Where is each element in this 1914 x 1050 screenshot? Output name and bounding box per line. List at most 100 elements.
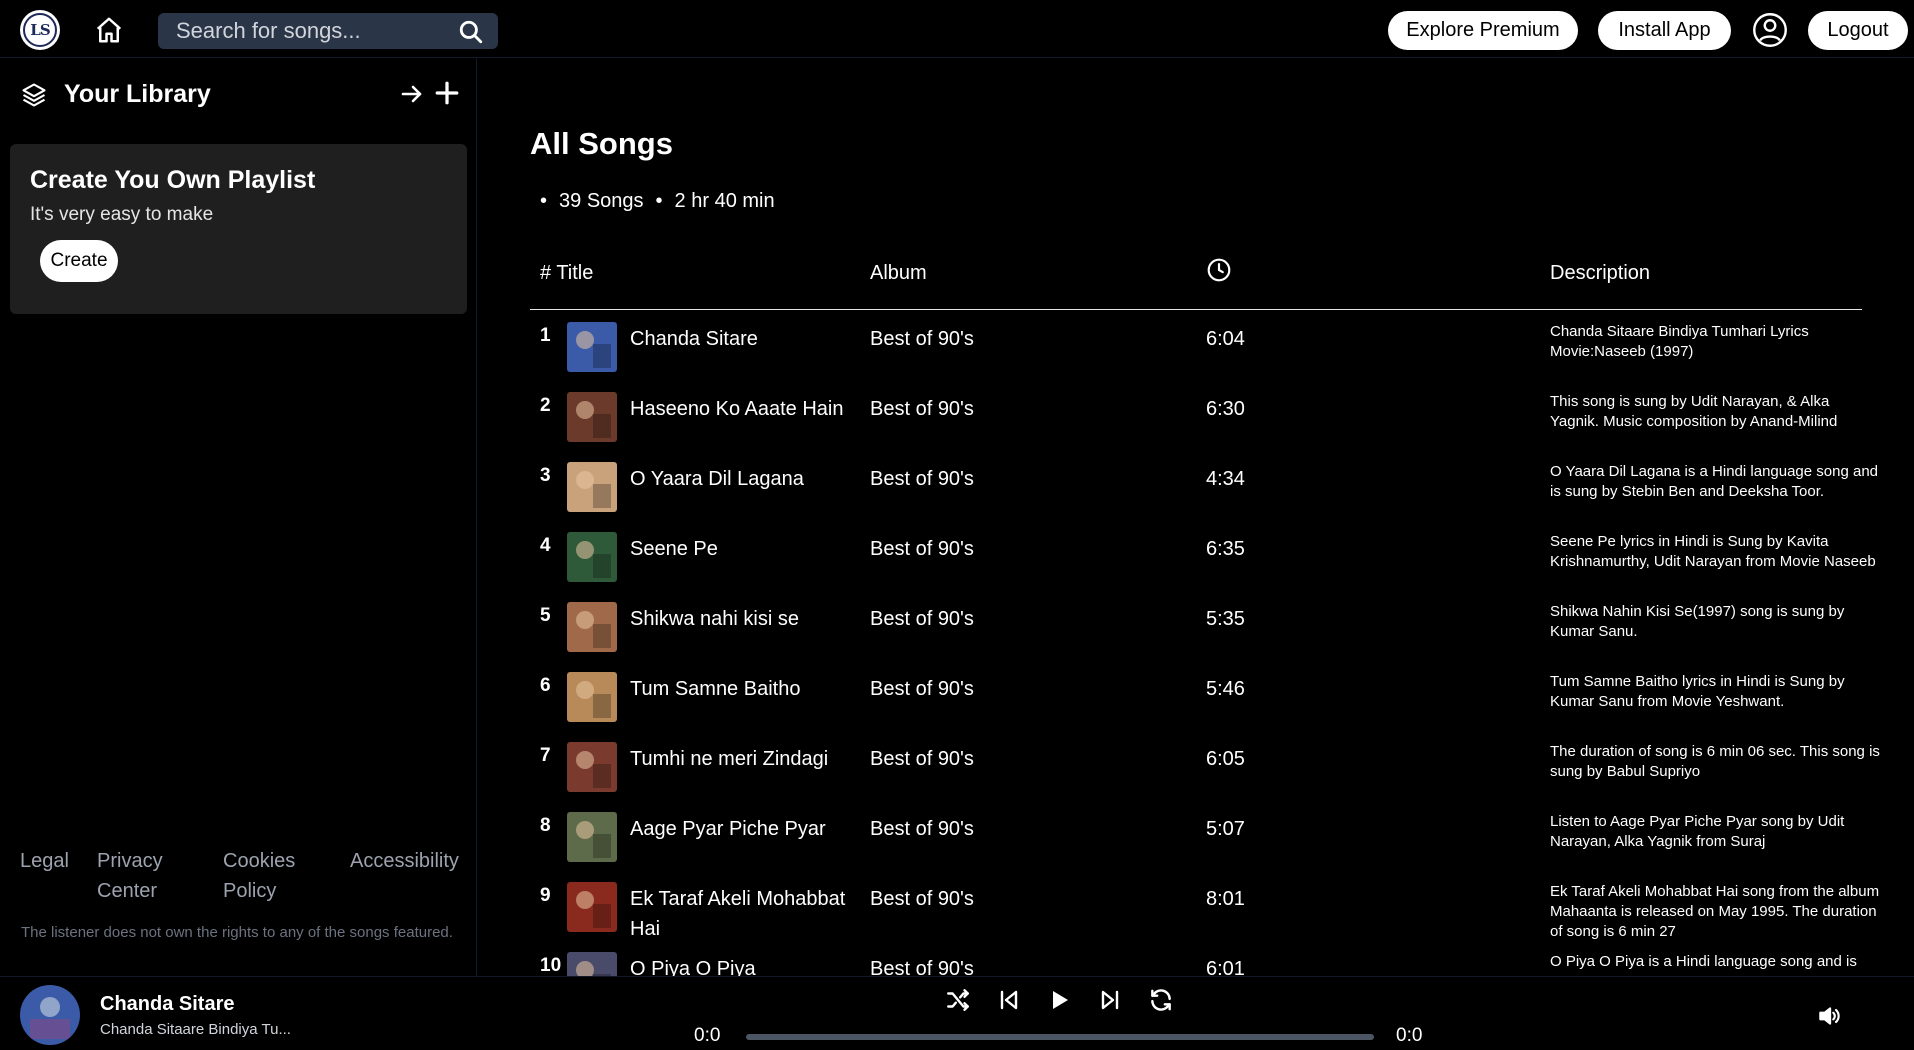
song-row[interactable]: 8 Aage Pyar Piche Pyar Best of 90's 5:07 Lis… <box>530 800 1862 870</box>
song-title[interactable]: Tum Samne Baitho <box>630 674 870 704</box>
accessibility-link[interactable]: Accessibility <box>350 846 459 876</box>
song-duration: 5:35 <box>1206 608 1245 630</box>
song-thumbnail <box>567 672 617 722</box>
song-count: 39 Songs <box>559 190 644 212</box>
now-playing-description: Chanda Sitaare Bindiya Tu... <box>100 1021 291 1038</box>
song-duration: 6:35 <box>1206 538 1245 560</box>
privacy-center-link[interactable]: Privacy Center <box>97 846 177 906</box>
repeat-icon <box>1151 989 1171 1011</box>
play-button[interactable] <box>1044 985 1074 1015</box>
header-title: # Title <box>540 262 594 284</box>
shuffle-button[interactable] <box>943 985 973 1015</box>
song-description: Seene Pe lyrics in Hindi is Sung by Kavi… <box>1550 533 1876 570</box>
header-album: Album <box>870 262 927 284</box>
top-bar: LS Explore Premium Install App Logout <box>0 0 1914 58</box>
song-title[interactable]: Haseeno Ko Aaate Hain <box>630 394 870 424</box>
song-thumbnail <box>567 392 617 442</box>
song-row[interactable]: 3 O Yaara Dil Lagana Best of 90's 4:34 O Yaa… <box>530 450 1878 520</box>
bullet: • <box>540 190 548 212</box>
thumbnail-image <box>567 812 617 862</box>
song-number: 9 <box>540 885 551 906</box>
song-description: Listen to Aage Pyar Piche Pyar song by U… <box>1550 813 1845 850</box>
song-row[interactable]: 7 Tumhi ne meri Zindagi Best of 90's 6:05 Th… <box>530 730 1880 800</box>
library-header[interactable]: Your Library <box>20 80 211 109</box>
song-duration: 5:46 <box>1206 678 1245 700</box>
song-row[interactable]: 9 Ek Taraf Akeli Mohabbat Hai Best of 90's… <box>530 870 1879 940</box>
next-button[interactable] <box>1095 985 1125 1015</box>
app-logo[interactable]: LS <box>20 10 60 50</box>
search-input[interactable] <box>176 13 446 49</box>
song-album: Best of 90's <box>870 538 974 560</box>
cookies-policy-link[interactable]: Cookies Policy <box>223 846 303 906</box>
song-row[interactable]: 10 O Piya O Piya Best of 90's 6:01 O Piya O … <box>530 940 1862 976</box>
song-number: 2 <box>540 395 551 416</box>
page-title: All Songs <box>530 126 673 161</box>
song-description: O Yaara Dil Lagana is a Hindi language s… <box>1550 463 1879 500</box>
song-duration: 5:07 <box>1206 818 1245 840</box>
song-thumbnail <box>567 462 617 512</box>
artwork-image <box>20 985 80 1045</box>
song-album: Best of 90's <box>870 608 974 630</box>
song-number: 1 <box>540 325 551 346</box>
song-row[interactable]: 6 Tum Samne Baitho Best of 90's 5:46 Tum Sam… <box>530 660 1862 730</box>
search-icon[interactable] <box>458 19 484 45</box>
search-bar <box>158 13 498 49</box>
volume-icon[interactable] <box>1814 1003 1844 1029</box>
song-title[interactable]: Tumhi ne meri Zindagi <box>630 744 870 774</box>
main-content: All Songs • 39 Songs • 2 hr 40 min # Tit… <box>478 58 1914 976</box>
thumbnail-image <box>567 742 617 792</box>
thumbnail-image <box>567 602 617 652</box>
song-description: This song is sung by Udit Narayan, & Alk… <box>1550 393 1838 430</box>
song-duration: 6:01 <box>1206 958 1245 976</box>
explore-premium-button[interactable]: Explore Premium <box>1388 11 1578 50</box>
song-row[interactable]: 4 Seene Pe Best of 90's 6:35 Seene Pe lyrics… <box>530 520 1876 590</box>
song-album: Best of 90's <box>870 958 974 976</box>
song-title[interactable]: Aage Pyar Piche Pyar <box>630 814 870 844</box>
create-playlist-card: Create You Own Playlist It's very easy t… <box>10 144 467 314</box>
thumbnail-image <box>567 322 617 372</box>
song-number: 10 <box>540 955 562 976</box>
song-title[interactable]: Shikwa nahi kisi se <box>630 604 870 634</box>
playlist-card-title: Create You Own Playlist <box>30 166 316 194</box>
progress-bar[interactable] <box>746 1034 1374 1040</box>
legal-link[interactable]: Legal <box>20 846 69 876</box>
song-album: Best of 90's <box>870 398 974 420</box>
playlist-meta: • 39 Songs • 2 hr 40 min <box>540 190 787 213</box>
song-thumbnail <box>567 602 617 652</box>
user-profile-icon[interactable] <box>1752 12 1788 48</box>
song-row[interactable]: 1 Chanda Sitare Best of 90's 6:04 Chanda Sit… <box>530 310 1862 380</box>
library-title: Your Library <box>64 80 211 108</box>
create-playlist-button[interactable]: Create <box>40 240 118 282</box>
song-duration: 8:01 <box>1206 888 1245 910</box>
table-header: # Title Album Description <box>530 242 1862 310</box>
song-row[interactable]: 2 Haseeno Ko Aaate Hain Best of 90's 6:30 Th… <box>530 380 1862 450</box>
player-bar: Chanda Sitare Chanda Sitaare Bindiya Tu.… <box>0 976 1914 1050</box>
repeat-button[interactable] <box>1146 985 1176 1015</box>
home-button[interactable] <box>92 13 126 47</box>
home-icon <box>96 17 122 43</box>
song-album: Best of 90's <box>870 678 974 700</box>
song-thumbnail <box>567 742 617 792</box>
total-time: 0:0 <box>1396 1025 1423 1046</box>
song-title[interactable]: O Piya O Piya <box>630 954 870 976</box>
song-number: 8 <box>540 815 551 836</box>
thumbnail-image <box>567 532 617 582</box>
install-app-button[interactable]: Install App <box>1598 11 1731 50</box>
song-title[interactable]: O Yaara Dil Lagana <box>630 464 870 494</box>
song-row[interactable]: 5 Shikwa nahi kisi se Best of 90's 5:35 Shik… <box>530 590 1862 660</box>
song-description: Chanda Sitaare Bindiya Tumhari Lyrics Mo… <box>1550 323 1809 360</box>
song-thumbnail <box>567 532 617 582</box>
song-number: 5 <box>540 605 551 626</box>
song-duration: 6:05 <box>1206 748 1245 770</box>
song-title[interactable]: Chanda Sitare <box>630 324 870 354</box>
logout-button[interactable]: Logout <box>1808 11 1908 50</box>
song-title[interactable]: Seene Pe <box>630 534 870 564</box>
arrow-right-icon[interactable] <box>400 82 424 106</box>
song-title[interactable]: Ek Taraf Akeli Mohabbat Hai <box>630 884 870 944</box>
song-list: 1 Chanda Sitare Best of 90's 6:04 Chanda Sit… <box>530 310 1880 976</box>
footer-links: Legal Privacy Center Cookies Policy Acce… <box>20 846 460 916</box>
song-album: Best of 90's <box>870 818 974 840</box>
plus-icon[interactable] <box>434 80 460 106</box>
previous-button[interactable] <box>994 985 1024 1015</box>
song-thumbnail <box>567 882 617 932</box>
